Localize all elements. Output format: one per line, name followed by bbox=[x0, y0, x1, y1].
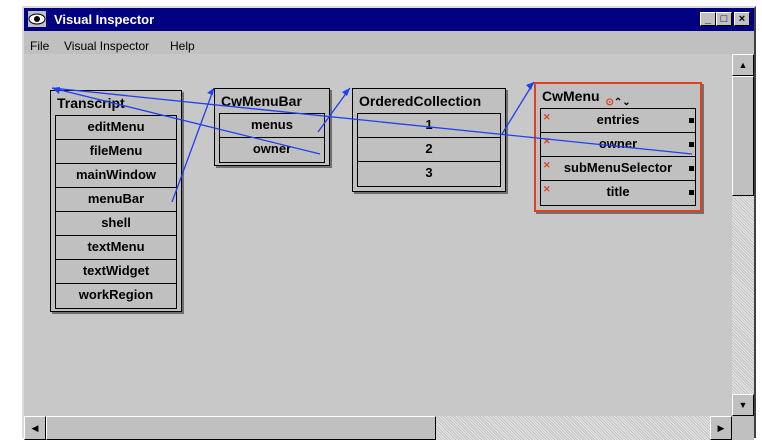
window-title: Visual Inspector bbox=[54, 12, 155, 27]
arrowhead bbox=[52, 87, 60, 94]
menu-help[interactable]: Help bbox=[170, 39, 195, 53]
menu-visual-inspector[interactable]: Visual Inspector bbox=[64, 39, 149, 53]
horizontal-scroll-thumb[interactable] bbox=[46, 416, 436, 440]
arrowhead bbox=[342, 88, 350, 96]
arrow-item1-to-cwmenu bbox=[501, 81, 535, 135]
arrowhead bbox=[207, 88, 214, 95]
scroll-down-icon[interactable]: ▼ bbox=[732, 394, 754, 416]
scroll-up-icon[interactable]: ▲ bbox=[732, 54, 754, 76]
arrow-menuBar-to-cwmenubar bbox=[171, 87, 215, 203]
vertical-scrollbar[interactable]: ▲ ▼ bbox=[732, 54, 754, 416]
arrow-cwmenu-owner-to-transcript bbox=[51, 87, 693, 155]
close-icon[interactable]: × bbox=[734, 12, 750, 26]
visual-inspector-window: Visual Inspector _ □ × File Visual Inspe… bbox=[22, 6, 756, 440]
eye-icon[interactable] bbox=[28, 11, 46, 27]
minimize-icon[interactable]: _ bbox=[700, 12, 716, 26]
horizontal-scrollbar[interactable]: ◀ ▶ bbox=[24, 416, 732, 440]
maximize-icon[interactable]: □ bbox=[716, 12, 732, 26]
menu-file[interactable]: File bbox=[30, 39, 49, 53]
arrow-owner-to-transcript bbox=[51, 87, 321, 155]
scroll-left-icon[interactable]: ◀ bbox=[24, 416, 46, 440]
resize-grip[interactable] bbox=[732, 416, 754, 440]
arrow-menus-to-orderedcollection bbox=[317, 87, 351, 133]
reference-arrows bbox=[51, 81, 693, 203]
menu-bar: File Visual Inspector Help bbox=[24, 31, 754, 53]
arrowhead bbox=[526, 82, 534, 90]
title-bar[interactable]: Visual Inspector _ □ × bbox=[24, 8, 754, 31]
scroll-right-icon[interactable]: ▶ bbox=[710, 416, 732, 440]
inspector-canvas[interactable]: Transcript editMenu fileMenu mainWindow … bbox=[24, 54, 732, 416]
vertical-scroll-thumb[interactable] bbox=[732, 76, 754, 196]
